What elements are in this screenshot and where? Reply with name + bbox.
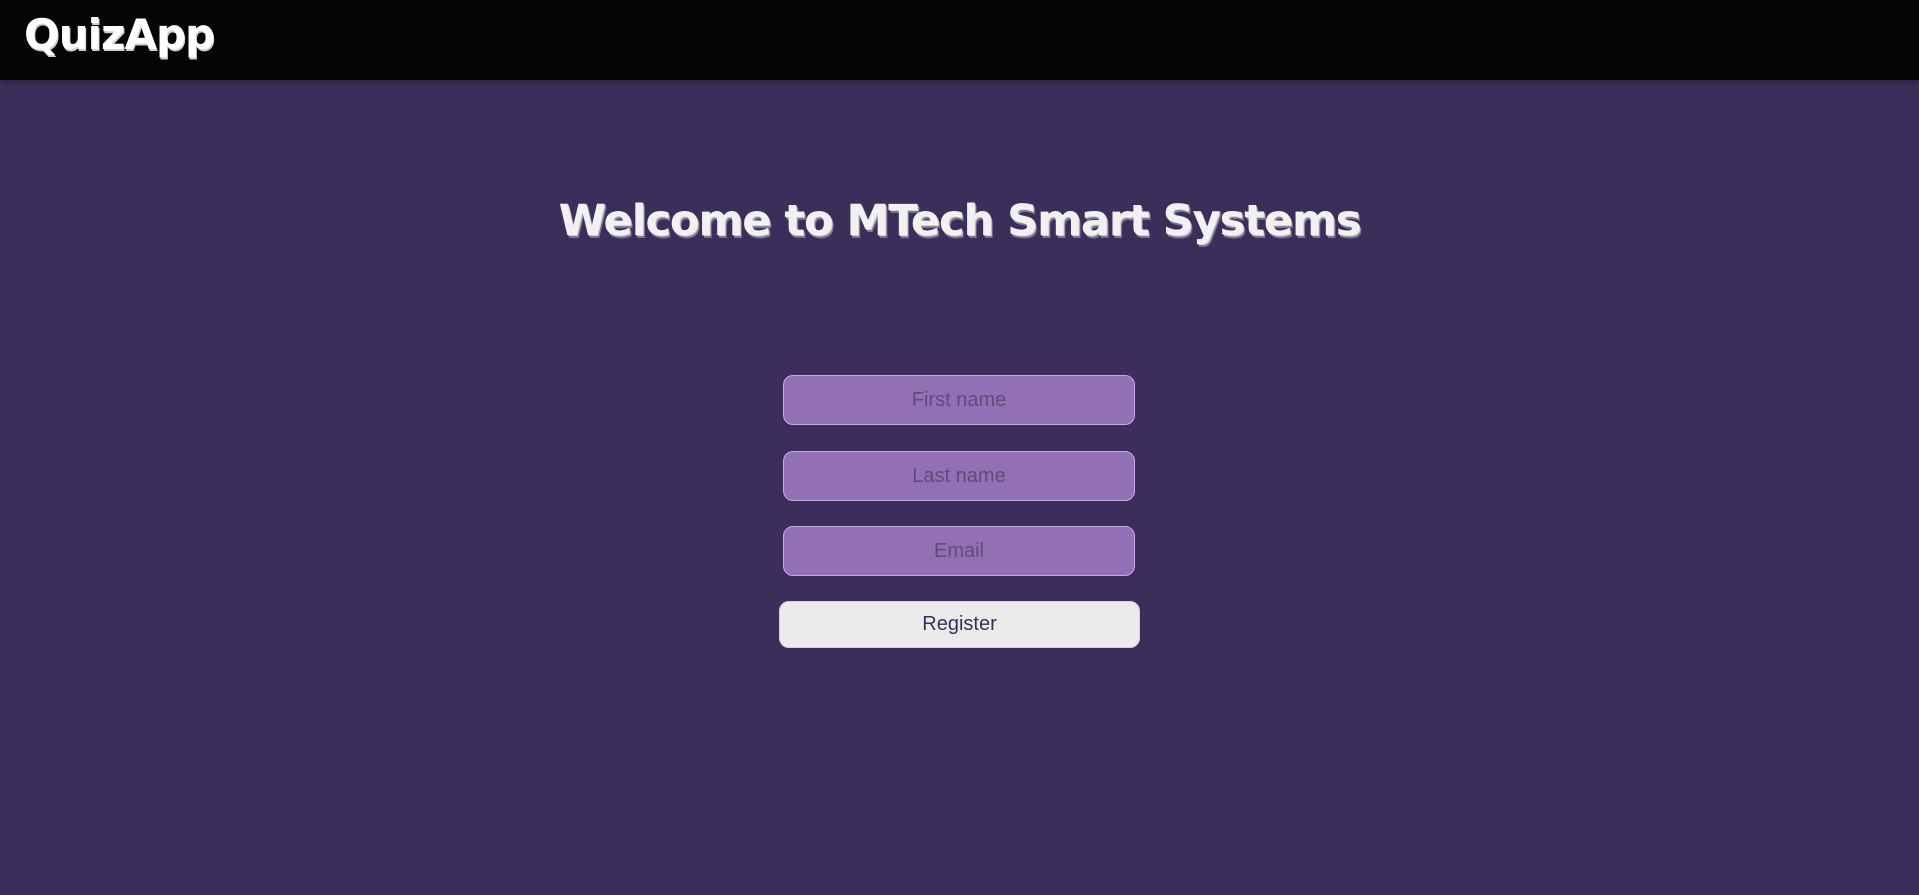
app-logo[interactable]: QuizApp bbox=[24, 14, 215, 56]
register-button[interactable]: Register bbox=[779, 601, 1140, 648]
main-content: Welcome to MTech Smart Systems Register bbox=[0, 80, 1919, 895]
last-name-input[interactable] bbox=[783, 451, 1135, 501]
first-name-input[interactable] bbox=[783, 375, 1135, 425]
page-title: Welcome to MTech Smart Systems bbox=[558, 196, 1362, 246]
email-input[interactable] bbox=[783, 526, 1135, 576]
top-navbar: QuizApp bbox=[0, 0, 1919, 80]
